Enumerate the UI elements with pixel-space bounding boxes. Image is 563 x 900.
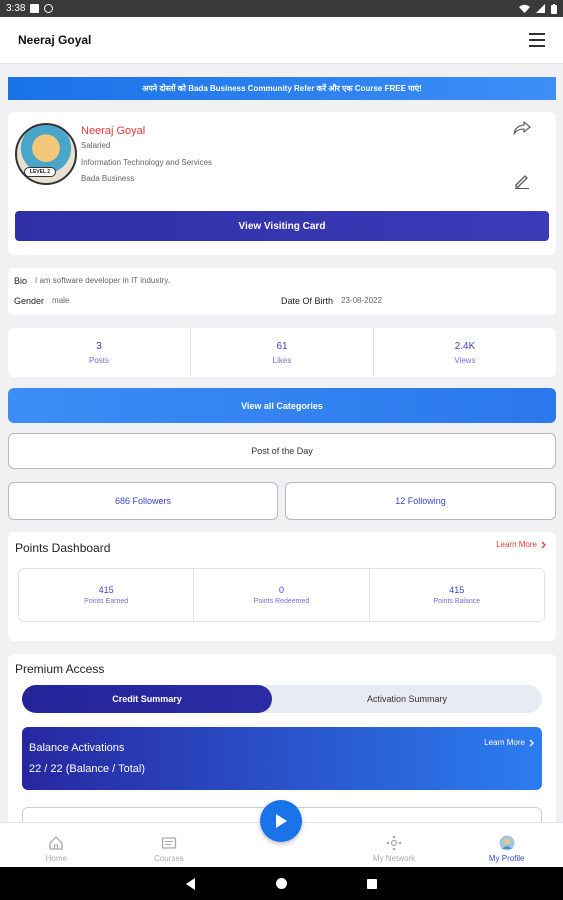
profile-employment: Salaried	[81, 141, 111, 150]
view-visiting-card-button[interactable]: View Visiting Card	[15, 211, 549, 241]
view-all-categories-label: View all Categories	[241, 400, 323, 411]
bio-value: I am software developer in IT industry.	[35, 276, 170, 285]
profile-card: LEVEL 2 Neeraj Goyal Salaried Informatio…	[8, 112, 556, 255]
referral-banner[interactable]: अपने दोस्तों को Bada Business Community …	[8, 77, 556, 100]
points-dashboard-card: Points Dashboard Learn More 415 Points E…	[8, 532, 556, 641]
play-icon	[276, 814, 287, 828]
tab-credit-summary[interactable]: Credit Summary	[22, 685, 272, 713]
balance-learn-more-link[interactable]: Learn More	[484, 738, 534, 747]
nav-my-profile-label: My Profile	[488, 854, 525, 863]
hamburger-menu-icon[interactable]	[529, 33, 545, 47]
post-of-the-day-button[interactable]: Post of the Day	[8, 433, 556, 469]
network-icon	[386, 835, 402, 851]
stat-views[interactable]: 2.4K Views	[374, 328, 556, 377]
stat-label: Likes	[272, 355, 292, 365]
back-icon[interactable]	[186, 877, 196, 890]
home-icon	[49, 836, 63, 850]
summary-toggle: Credit Summary Activation Summary	[22, 685, 542, 713]
battery-icon	[551, 3, 557, 14]
stat-label: Views	[454, 355, 476, 365]
following-label: 12 Following	[395, 496, 446, 506]
status-time: 3:38	[6, 3, 26, 14]
premium-access-card: Premium Access Credit Summary Activation…	[8, 654, 556, 822]
following-button[interactable]: 12 Following	[285, 482, 556, 520]
stats-card: 3 Posts 61 Likes 2.4K Views	[8, 328, 556, 377]
app-bar: Neeraj Goyal	[0, 17, 563, 64]
points-balance: 415 Points Balance	[370, 569, 544, 621]
nav-my-network[interactable]: My Network	[338, 823, 451, 867]
system-navigation-bar	[0, 867, 563, 900]
points-label: Points Earned	[84, 598, 129, 605]
nav-home[interactable]: Home	[0, 823, 113, 867]
tab-activation-summary[interactable]: Activation Summary	[272, 685, 542, 713]
points-earned: 415 Points Earned	[19, 569, 195, 621]
profile-name: Neeraj Goyal	[81, 125, 146, 137]
dob-value: 23-08-2022	[341, 296, 382, 305]
scroll-content[interactable]: अपने दोस्तों को Bada Business Community …	[0, 64, 563, 822]
gender-value: male	[52, 296, 70, 305]
page-title: Neeraj Goyal	[18, 33, 92, 47]
nav-courses[interactable]: Courses	[113, 823, 226, 867]
profile-company: Bada Business	[81, 174, 135, 183]
followers-label: 686 Followers	[114, 496, 172, 506]
balance-value: 22 / 22 (Balance / Total)	[29, 763, 145, 775]
view-all-categories-button[interactable]: View all Categories	[8, 388, 556, 423]
tab-activation-summary-label: Activation Summary	[366, 694, 448, 704]
nav-my-profile[interactable]: My Profile	[450, 823, 563, 867]
stat-posts[interactable]: 3 Posts	[8, 328, 191, 377]
status-bar: 3:38	[0, 0, 563, 17]
stat-likes[interactable]: 61 Likes	[191, 328, 374, 377]
stat-value: 2.4K	[454, 340, 476, 352]
balance-learn-more-label: Learn More	[484, 738, 525, 747]
chevron-right-icon	[529, 739, 534, 746]
view-visiting-card-label: View Visiting Card	[238, 220, 326, 232]
points-dashboard-title: Points Dashboard	[15, 541, 111, 555]
wifi-icon	[519, 4, 530, 13]
nav-home-label: Home	[45, 854, 67, 863]
stat-value: 3	[96, 340, 102, 352]
nav-courses-label: Courses	[153, 854, 184, 863]
home-circle-icon[interactable]	[276, 878, 287, 889]
followers-button[interactable]: 686 Followers	[8, 482, 278, 520]
profile-avatar-icon	[499, 835, 515, 851]
points-value: 415	[98, 585, 114, 595]
dob-label: Date Of Birth	[281, 296, 334, 306]
signal-icon	[536, 4, 545, 13]
chevron-right-icon	[541, 541, 546, 548]
profile-industry: Information Technology and Services	[81, 158, 213, 167]
stat-label: Posts	[88, 355, 109, 365]
notification-icon	[30, 4, 40, 13]
recents-icon[interactable]	[367, 878, 377, 889]
points-value: 415	[449, 585, 465, 595]
gender-label: Gender	[14, 296, 45, 306]
share-icon[interactable]	[513, 121, 531, 135]
level-badge: LEVEL 2	[24, 167, 56, 177]
nav-my-network-label: My Network	[372, 854, 416, 863]
points-learn-more-label: Learn More	[496, 540, 537, 549]
edit-pencil-icon[interactable]	[513, 173, 531, 189]
play-button[interactable]	[260, 800, 302, 842]
premium-access-title: Premium Access	[15, 662, 105, 676]
referral-banner-text: अपने दोस्तों को Bada Business Community …	[142, 84, 422, 93]
points-redeemed: 0 Points Redeemed	[194, 569, 370, 621]
balance-activations-card: Balance Activations 22 / 22 (Balance / T…	[22, 727, 542, 790]
points-label: Points Redeemed	[253, 598, 310, 605]
points-value: 0	[278, 585, 284, 595]
tab-credit-summary-label: Credit Summary	[112, 694, 182, 704]
sync-icon	[44, 4, 54, 13]
stat-value: 61	[276, 340, 288, 352]
bio-label: Bio	[14, 276, 28, 286]
points-learn-more-link[interactable]: Learn More	[496, 540, 546, 549]
courses-icon	[161, 837, 177, 849]
balance-title: Balance Activations	[29, 742, 125, 754]
details-card: Bio I am software developer in IT indust…	[8, 268, 556, 315]
points-summary: 415 Points Earned 0 Points Redeemed 415 …	[18, 568, 545, 622]
points-label: Points Balance	[433, 598, 481, 605]
post-of-the-day-label: Post of the Day	[251, 446, 313, 456]
